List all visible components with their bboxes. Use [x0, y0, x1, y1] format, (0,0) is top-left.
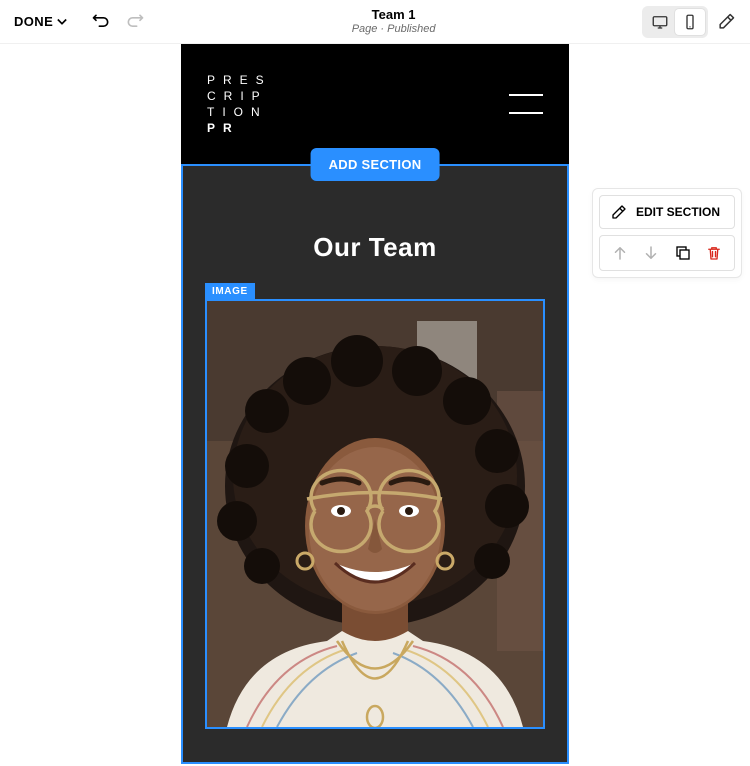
- image-content: [207, 301, 543, 727]
- editor-toolbar: DONE Team 1 Page · Published: [0, 0, 750, 44]
- device-toggle: [642, 6, 708, 38]
- hamburger-line: [509, 112, 543, 114]
- logo-line: CRIP: [207, 88, 272, 104]
- desktop-icon: [651, 13, 669, 31]
- history-controls: [91, 12, 145, 32]
- editor-canvas: PRES CRIP TION PR ADD SECTION Our Team I…: [0, 44, 750, 766]
- site-header: PRES CRIP TION PR: [181, 44, 569, 164]
- portrait-image: [207, 301, 543, 727]
- site-logo: PRES CRIP TION PR: [207, 72, 272, 137]
- mobile-icon: [681, 13, 699, 31]
- edit-section-label: EDIT SECTION: [636, 205, 720, 219]
- logo-line: PR: [207, 120, 272, 136]
- arrow-up-icon: [611, 244, 629, 262]
- toolbar-title: Team 1 Page · Published: [352, 7, 436, 36]
- redo-icon: [125, 12, 145, 32]
- selected-section[interactable]: ADD SECTION Our Team IMAGE: [181, 164, 569, 764]
- undo-button[interactable]: [91, 12, 111, 32]
- add-section-label: ADD SECTION: [329, 157, 422, 172]
- duplicate-section-button[interactable]: [671, 241, 695, 265]
- toolbar-right: [642, 6, 736, 38]
- desktop-view-button[interactable]: [645, 9, 675, 35]
- undo-icon: [91, 12, 111, 32]
- image-block[interactable]: IMAGE: [205, 299, 545, 729]
- page-subtitle: Page · Published: [352, 23, 436, 36]
- paintbrush-icon: [716, 12, 736, 32]
- toolbar-left: DONE: [14, 12, 145, 32]
- add-section-button[interactable]: ADD SECTION: [311, 148, 440, 181]
- logo-line: PRES: [207, 72, 272, 88]
- trash-icon: [705, 244, 723, 262]
- mobile-view-button[interactable]: [675, 9, 705, 35]
- mobile-preview-frame: PRES CRIP TION PR ADD SECTION Our Team I…: [181, 44, 569, 764]
- done-button[interactable]: DONE: [14, 14, 67, 29]
- pencil-icon: [610, 203, 628, 221]
- page-title: Team 1: [352, 7, 436, 23]
- styles-button[interactable]: [716, 12, 736, 32]
- duplicate-icon: [674, 244, 692, 262]
- logo-line: TION: [207, 104, 272, 120]
- hamburger-line: [509, 94, 543, 96]
- move-section-down-button: [639, 241, 663, 265]
- delete-section-button[interactable]: [702, 241, 726, 265]
- edit-section-button[interactable]: EDIT SECTION: [599, 195, 735, 229]
- section-tools-panel: EDIT SECTION: [592, 188, 742, 278]
- chevron-down-icon: [57, 17, 67, 27]
- section-heading: Our Team: [183, 166, 567, 299]
- menu-button[interactable]: [509, 94, 543, 114]
- done-label: DONE: [14, 14, 53, 29]
- move-section-up-button: [608, 241, 632, 265]
- section-action-row: [599, 235, 735, 271]
- arrow-down-icon: [642, 244, 660, 262]
- block-type-label: IMAGE: [205, 283, 255, 300]
- redo-button: [125, 12, 145, 32]
